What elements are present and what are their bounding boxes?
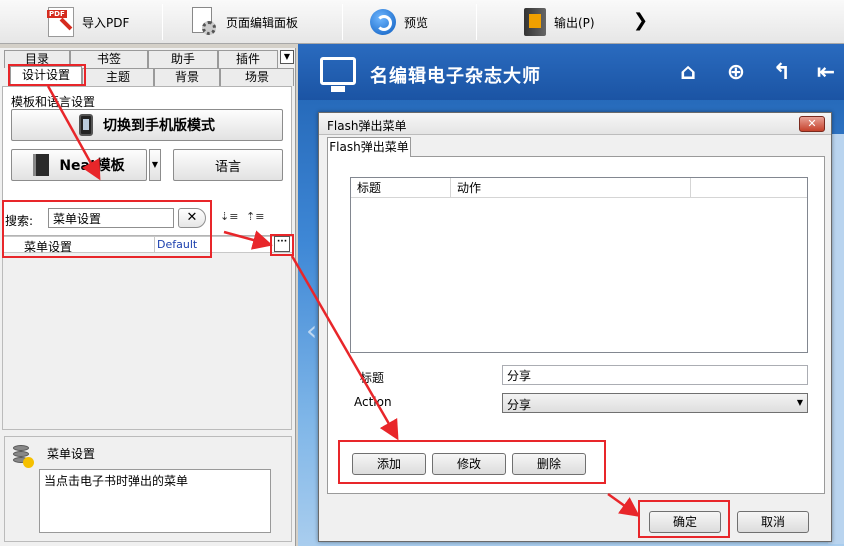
preview-icon (370, 9, 396, 35)
tab-theme[interactable]: 主题 (82, 68, 154, 86)
switch-mobile-mode-button[interactable]: 切换到手机版模式 (11, 109, 283, 141)
switch-mobile-mode-label: 切换到手机版模式 (103, 118, 215, 134)
sort-down-icon[interactable]: ⇣≡ (220, 210, 238, 228)
page-editor-button[interactable]: 页面编辑面板 (190, 6, 298, 38)
add-button[interactable]: 添加 (352, 453, 426, 475)
export-label: 输出(P) (554, 15, 595, 30)
page-editor-label: 页面编辑面板 (226, 15, 299, 30)
tabs-dropdown-icon[interactable]: ▼ (280, 50, 294, 64)
tab-background[interactable]: 背景 (154, 68, 220, 86)
database-settings-icon (11, 445, 34, 468)
toolbar-divider (162, 4, 163, 40)
monitor-logo-icon (320, 57, 356, 92)
toolbar-divider (342, 4, 343, 40)
tab-assistant[interactable]: 助手 (148, 50, 218, 68)
search-input[interactable] (48, 208, 174, 228)
description-title: 菜单设置 (47, 447, 96, 461)
tab-plugins[interactable]: 插件 (218, 50, 278, 68)
dialog-titlebar: Flash弹出菜单 ✕ (319, 113, 831, 135)
template-label: Neat模板 (59, 158, 125, 174)
column-header-title[interactable]: 标题 (351, 178, 451, 198)
preview-button[interactable]: 预览 (370, 6, 428, 38)
delete-button[interactable]: 删除 (512, 453, 586, 475)
edit-button[interactable]: 修改 (432, 453, 506, 475)
dialog-title: Flash弹出菜单 (327, 119, 407, 133)
book-icon (33, 154, 50, 176)
title-field-label: 标题 (360, 371, 385, 385)
export-button[interactable]: 输出(P) (524, 6, 595, 38)
action-select-value: 分享 (507, 398, 532, 412)
prev-page-icon[interactable]: ‹ (306, 314, 317, 347)
settings-tabs: 目录 书签 助手 插件 ▼ 设计设置 主题 背景 场景 (2, 48, 294, 88)
first-page-icon[interactable]: ⇤ (814, 62, 838, 86)
flash-popup-menu-dialog: Flash弹出菜单 ✕ Flash弹出菜单 标题 动作 标题 Action 分享… (318, 112, 832, 542)
search-label: 搜索: (5, 214, 34, 228)
page-settings-icon (190, 7, 218, 37)
home-icon[interactable]: ⌂ (676, 62, 700, 86)
close-icon[interactable]: ✕ (799, 116, 825, 132)
language-button[interactable]: 语言 (173, 149, 283, 181)
main-toolbar: 导入PDF 页面编辑面板 预览 输出(P) ❯ (0, 0, 844, 44)
clear-search-button[interactable]: ✕ (178, 208, 206, 228)
dialog-tab-panel: 标题 动作 标题 Action 分享 ▼ 添加 修改 删除 (327, 156, 825, 494)
cancel-button[interactable]: 取消 (737, 511, 809, 533)
ellipsis-button[interactable]: ··· (274, 236, 290, 252)
title-field[interactable] (502, 365, 808, 385)
brand-title: 名编辑电子杂志大师 (370, 66, 541, 87)
property-value: Default (154, 237, 197, 253)
template-button[interactable]: Neat模板 (11, 149, 147, 181)
import-pdf-label: 导入PDF (82, 15, 130, 30)
property-name: 菜单设置 (24, 240, 73, 254)
preview-label: 预览 (404, 15, 429, 30)
column-header-action[interactable]: 动作 (451, 178, 691, 198)
toolbar-divider (476, 4, 477, 40)
list-header: 标题 动作 (351, 178, 807, 198)
template-dropdown-icon[interactable]: ▼ (149, 149, 161, 181)
back-icon[interactable]: ↰ (770, 62, 794, 86)
pdf-icon (47, 7, 74, 37)
description-text: 当点击电子书时弹出的菜单 (39, 469, 271, 533)
action-select[interactable]: 分享 ▼ (502, 393, 808, 413)
phone-icon (79, 114, 93, 136)
export-icon (524, 8, 546, 36)
ok-button[interactable]: 确定 (649, 511, 721, 533)
action-field-label: Action (354, 395, 392, 409)
tab-flash-popup-menu[interactable]: Flash弹出菜单 (327, 137, 411, 157)
zoom-in-icon[interactable]: ⊕ (724, 62, 748, 86)
tab-scene[interactable]: 场景 (220, 68, 294, 86)
tab-design-settings[interactable]: 设计设置 (10, 66, 82, 86)
group-label: 模板和语言设置 (11, 95, 96, 109)
menu-items-list[interactable]: 标题 动作 (350, 177, 808, 353)
description-box: 菜单设置 当点击电子书时弹出的菜单 (4, 436, 292, 542)
property-grid (2, 254, 292, 430)
import-pdf-button[interactable]: 导入PDF (47, 6, 130, 38)
sort-up-icon[interactable]: ⇡≡ (246, 210, 264, 228)
chevron-down-icon: ▼ (796, 398, 803, 407)
left-panel: 目录 书签 助手 插件 ▼ 设计设置 主题 背景 场景 模板和语言设置 切换到手… (0, 48, 296, 546)
more-chevron-icon[interactable]: ❯ (633, 10, 648, 31)
property-row[interactable]: 菜单设置 Default (2, 236, 292, 254)
preview-header: 名编辑电子杂志大师 ⌂ ⊕ ↰ ⇤ (298, 44, 844, 100)
